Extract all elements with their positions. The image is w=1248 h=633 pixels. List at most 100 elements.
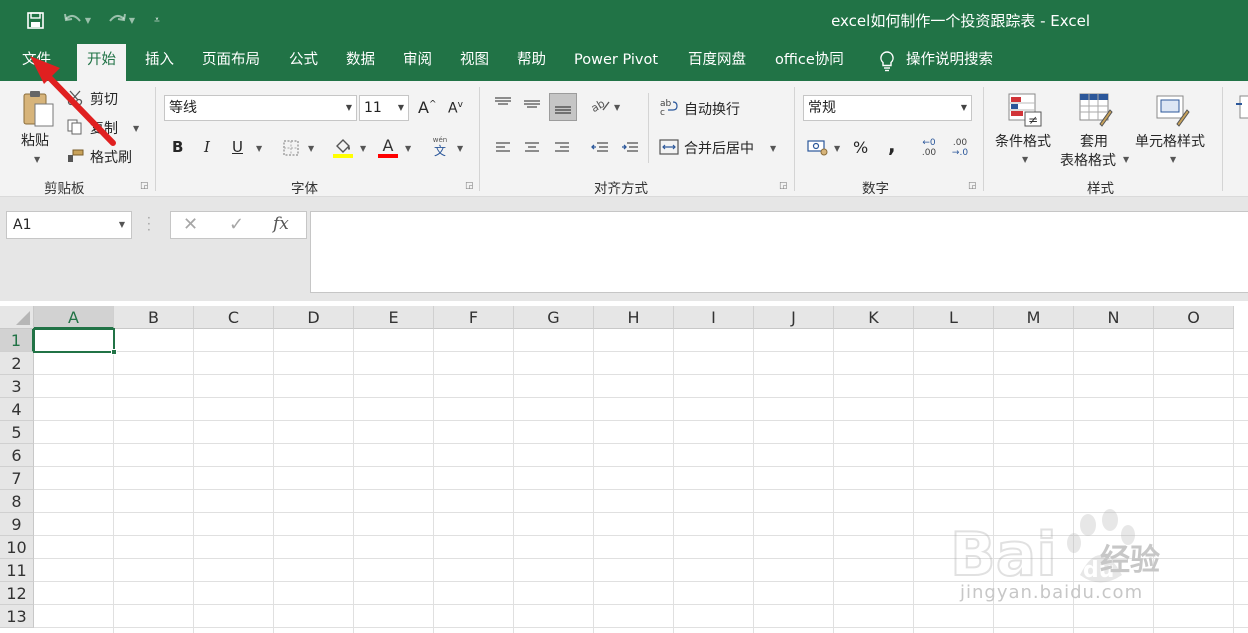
clipboard-launcher-icon[interactable]: ◲ bbox=[140, 181, 149, 191]
borders-icon[interactable] bbox=[282, 139, 300, 157]
row-header[interactable]: 5 bbox=[0, 421, 34, 444]
italic-button[interactable]: I bbox=[204, 138, 210, 156]
cancel-entry-button[interactable]: ✕ bbox=[183, 214, 198, 235]
orientation-dropdown-icon[interactable]: ▼ bbox=[614, 103, 620, 112]
increase-font-size-button[interactable]: A^ bbox=[418, 98, 437, 117]
phonetic-guide-icon[interactable]: wén 文 bbox=[430, 135, 450, 159]
align-top-icon[interactable] bbox=[492, 93, 514, 115]
fill-color-dropdown-icon[interactable]: ▼ bbox=[360, 144, 366, 153]
row-header[interactable]: 10 bbox=[0, 536, 34, 559]
format-as-table-icon[interactable] bbox=[1076, 91, 1116, 129]
insert-function-button[interactable]: fx bbox=[273, 214, 289, 234]
row-header[interactable]: 7 bbox=[0, 467, 34, 490]
fill-handle[interactable] bbox=[111, 349, 117, 355]
tab-page-layout[interactable]: 页面布局 bbox=[202, 40, 260, 81]
increase-indent-icon[interactable] bbox=[619, 137, 641, 159]
paste-button[interactable]: 粘贴 bbox=[21, 130, 49, 150]
tab-formulas[interactable]: 公式 bbox=[289, 40, 318, 81]
alignment-launcher-icon[interactable]: ◲ bbox=[779, 181, 788, 191]
tab-power-pivot[interactable]: Power Pivot bbox=[574, 40, 658, 81]
number-launcher-icon[interactable]: ◲ bbox=[968, 181, 977, 191]
accounting-dropdown-icon[interactable]: ▼ bbox=[834, 144, 840, 153]
fill-color-icon[interactable] bbox=[332, 137, 354, 159]
cell-styles-dropdown-icon[interactable]: ▼ bbox=[1170, 155, 1176, 164]
row-header[interactable]: 13 bbox=[0, 605, 34, 628]
save-icon[interactable] bbox=[24, 8, 46, 32]
comma-style-button[interactable]: , bbox=[888, 133, 896, 157]
redo-icon[interactable]: ▼ bbox=[102, 8, 140, 32]
row-header[interactable]: 3 bbox=[0, 375, 34, 398]
formula-bar-grip-icon[interactable]: · · · bbox=[147, 212, 151, 236]
row-header[interactable]: 9 bbox=[0, 513, 34, 536]
row-header[interactable]: 6 bbox=[0, 444, 34, 467]
column-header[interactable]: N bbox=[1074, 306, 1154, 329]
font-name-select[interactable]: 等线 ▼ bbox=[164, 95, 357, 121]
align-center-icon[interactable] bbox=[521, 137, 543, 159]
paste-icon[interactable] bbox=[20, 87, 58, 131]
row-header[interactable]: 4 bbox=[0, 398, 34, 421]
tab-baidu-netdisk[interactable]: 百度网盘 bbox=[688, 40, 746, 81]
row-header[interactable]: 12 bbox=[0, 582, 34, 605]
confirm-entry-button[interactable]: ✓ bbox=[229, 214, 244, 235]
column-header[interactable]: H bbox=[594, 306, 674, 329]
select-all-button[interactable] bbox=[0, 306, 34, 329]
tab-insert[interactable]: 插入 bbox=[145, 40, 174, 81]
name-box[interactable]: A1 ▼ bbox=[6, 211, 132, 239]
accounting-format-icon[interactable] bbox=[806, 137, 830, 157]
format-as-table-button[interactable]: 表格格式 bbox=[1060, 150, 1116, 170]
conditional-format-button[interactable]: 条件格式 bbox=[995, 131, 1051, 151]
decrease-font-size-button[interactable]: Av bbox=[448, 100, 463, 117]
align-bottom-icon[interactable] bbox=[549, 93, 577, 121]
customize-qat-icon[interactable]: ⩡ bbox=[150, 8, 164, 32]
borders-dropdown-icon[interactable]: ▼ bbox=[308, 144, 314, 153]
column-header[interactable]: I bbox=[674, 306, 754, 329]
insert-cells-icon[interactable] bbox=[1234, 91, 1248, 129]
copy-dropdown-icon[interactable]: ▼ bbox=[133, 124, 139, 133]
cut-button[interactable]: 剪切 bbox=[90, 89, 118, 109]
tab-help[interactable]: 帮助 bbox=[517, 40, 546, 81]
tab-data[interactable]: 数据 bbox=[346, 40, 375, 81]
column-header[interactable]: E bbox=[354, 306, 434, 329]
tab-review[interactable]: 审阅 bbox=[403, 40, 432, 81]
align-right-icon[interactable] bbox=[551, 137, 573, 159]
font-color-icon[interactable]: A bbox=[377, 137, 399, 159]
row-header[interactable]: 2 bbox=[0, 352, 34, 375]
font-color-dropdown-icon[interactable]: ▼ bbox=[405, 144, 411, 153]
column-header[interactable]: G bbox=[514, 306, 594, 329]
align-left-icon[interactable] bbox=[492, 137, 514, 159]
column-header[interactable]: C bbox=[194, 306, 274, 329]
bold-button[interactable]: B bbox=[172, 138, 183, 156]
number-format-select[interactable]: 常规 ▼ bbox=[803, 95, 972, 121]
column-header[interactable]: B bbox=[114, 306, 194, 329]
tab-home[interactable]: 开始 bbox=[77, 44, 126, 81]
tell-me-search[interactable]: 操作说明搜索 bbox=[876, 40, 993, 81]
undo-icon[interactable]: ▼ bbox=[58, 8, 96, 32]
cell-styles-icon[interactable] bbox=[1153, 91, 1193, 129]
font-size-select[interactable]: 11 ▼ bbox=[359, 95, 409, 121]
increase-decimal-button[interactable]: ←0 .00 bbox=[918, 135, 940, 161]
format-as-table-dropdown-icon[interactable]: ▼ bbox=[1123, 155, 1129, 164]
formula-input[interactable] bbox=[310, 211, 1248, 293]
format-painter-button[interactable]: 格式刷 bbox=[90, 147, 132, 167]
active-cell-a1[interactable] bbox=[33, 328, 117, 355]
tab-view[interactable]: 视图 bbox=[460, 40, 489, 81]
merge-center-icon[interactable] bbox=[658, 137, 680, 157]
column-header[interactable]: A bbox=[34, 306, 114, 329]
cut-icon[interactable] bbox=[66, 89, 84, 107]
decrease-indent-icon[interactable] bbox=[589, 137, 611, 159]
row-header[interactable]: 11 bbox=[0, 559, 34, 582]
column-header[interactable]: F bbox=[434, 306, 514, 329]
column-header[interactable]: J bbox=[754, 306, 834, 329]
cell-styles-button[interactable]: 单元格样式 bbox=[1135, 131, 1205, 151]
column-header[interactable]: K bbox=[834, 306, 914, 329]
orientation-icon[interactable]: ab bbox=[588, 95, 612, 115]
column-header[interactable]: M bbox=[994, 306, 1074, 329]
merge-center-button[interactable]: 合并后居中 bbox=[684, 138, 754, 158]
column-header[interactable]: O bbox=[1154, 306, 1234, 329]
align-middle-icon[interactable] bbox=[521, 93, 543, 115]
copy-icon[interactable] bbox=[66, 118, 84, 136]
decrease-decimal-button[interactable]: .00 →.0 bbox=[948, 135, 972, 161]
underline-dropdown-icon[interactable]: ▼ bbox=[256, 144, 262, 153]
tab-office-collab[interactable]: office协同 bbox=[775, 40, 844, 81]
wrap-text-button[interactable]: 自动换行 bbox=[684, 99, 740, 119]
